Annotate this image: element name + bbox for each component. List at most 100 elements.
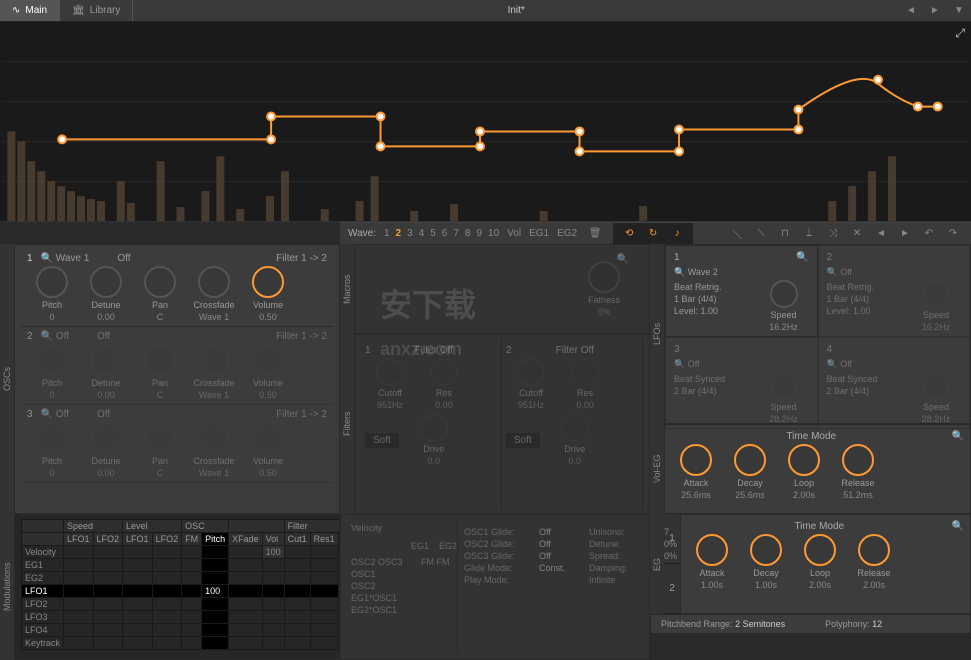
lfo-speed-knob[interactable] <box>770 280 798 308</box>
mod-cell[interactable] <box>202 637 229 650</box>
search-icon[interactable]: 🔍 <box>796 252 808 263</box>
mod-cell[interactable] <box>123 624 153 637</box>
lfo-rate[interactable]: 2 Bar (4/4) <box>674 386 725 396</box>
filter-soft-button[interactable]: Soft <box>506 433 540 448</box>
lfo-mode[interactable]: Beat Synced <box>674 374 725 384</box>
cutoff-knob[interactable] <box>517 358 545 386</box>
lfo-speed-knob[interactable] <box>922 372 950 400</box>
next-preset-button[interactable]: ► <box>923 0 947 22</box>
mod-cell[interactable] <box>123 637 153 650</box>
osc-wave-select[interactable]: 🔍 Off <box>41 331 69 342</box>
poly-val[interactable]: 12 <box>872 619 882 629</box>
mod-cell[interactable] <box>182 546 202 559</box>
attack-knob[interactable] <box>680 444 712 476</box>
mod-cell[interactable] <box>310 611 338 624</box>
mod-cell[interactable] <box>182 572 202 585</box>
mod-cell[interactable] <box>262 598 284 611</box>
line-tool-icon[interactable]: ＼ <box>727 225 747 243</box>
mod-cell[interactable] <box>123 585 153 598</box>
volume-knob[interactable] <box>252 266 284 298</box>
osc-off[interactable]: Off <box>97 409 110 420</box>
search-icon[interactable]: 🔍 <box>952 521 964 532</box>
info-val[interactable]: 0% <box>664 551 677 561</box>
mod-cell[interactable] <box>182 585 202 598</box>
osc-filter-route[interactable]: Filter 1 -> 2 <box>276 409 327 420</box>
lfo-speed-knob[interactable] <box>922 280 950 308</box>
mod-cell[interactable] <box>123 611 153 624</box>
mod-cell[interactable] <box>182 624 202 637</box>
mod-cell[interactable] <box>93 624 123 637</box>
filter-soft-button[interactable]: Soft <box>365 433 399 448</box>
wave-extra-EG2[interactable]: EG2 <box>557 228 577 239</box>
step-tool-icon[interactable]: ⟘ <box>799 225 819 243</box>
crossfade-knob[interactable] <box>198 422 230 454</box>
link-icon[interactable]: ⟲ <box>619 225 639 243</box>
mod-cell[interactable] <box>152 637 182 650</box>
mod-cell[interactable] <box>123 598 153 611</box>
mod-cell[interactable] <box>284 637 310 650</box>
mod-cell[interactable] <box>64 572 94 585</box>
crossfade-knob[interactable] <box>198 266 230 298</box>
osc-off[interactable]: Off <box>117 253 130 264</box>
prev-preset-button[interactable]: ◄ <box>899 0 923 22</box>
wave-extra-Vol[interactable]: Vol <box>507 228 521 239</box>
mod-cell[interactable] <box>284 559 310 572</box>
mod-cell[interactable] <box>152 611 182 624</box>
mod-cell[interactable] <box>152 572 182 585</box>
lfo-wave[interactable]: 🔍 Off <box>827 267 962 278</box>
pan-knob[interactable] <box>144 422 176 454</box>
mod-cell[interactable] <box>202 572 229 585</box>
mod-cell[interactable] <box>152 559 182 572</box>
info-val[interactable]: 0% <box>664 539 677 549</box>
drive-knob[interactable] <box>420 414 448 442</box>
mod-cell[interactable] <box>310 624 338 637</box>
curve-icon[interactable]: ↻ <box>643 225 663 243</box>
preset-name[interactable]: Init* <box>133 5 899 16</box>
mod-cell[interactable] <box>284 546 310 559</box>
mod-cell[interactable] <box>262 611 284 624</box>
mod-cell[interactable] <box>262 585 284 598</box>
osc-filter-route[interactable]: Filter 1 -> 2 <box>276 253 327 264</box>
trash-icon[interactable]: 🗑 <box>585 225 605 243</box>
pitch-knob[interactable] <box>36 422 68 454</box>
mod-cell[interactable] <box>284 585 310 598</box>
crossfade-knob[interactable] <box>198 344 230 376</box>
wave-num-9[interactable]: 9 <box>476 228 482 239</box>
mod-cell[interactable] <box>284 624 310 637</box>
nav-left-icon[interactable]: ◄ <box>871 225 891 243</box>
mod-cell[interactable] <box>123 546 153 559</box>
wave-num-2[interactable]: 2 <box>396 228 402 239</box>
wave-extra-EG1[interactable]: EG1 <box>529 228 549 239</box>
wave-num-1[interactable]: 1 <box>384 228 390 239</box>
lfo-speed-knob[interactable] <box>770 372 798 400</box>
release-knob[interactable] <box>842 444 874 476</box>
ramp-down-icon[interactable]: ⟍ <box>751 225 771 243</box>
wave-num-4[interactable]: 4 <box>419 228 425 239</box>
mod-cell[interactable] <box>182 559 202 572</box>
wave-num-6[interactable]: 6 <box>442 228 448 239</box>
filter-mode[interactable]: Filter Off <box>415 345 453 356</box>
pan-knob[interactable] <box>144 344 176 376</box>
mod-cell[interactable] <box>93 559 123 572</box>
mod-cell[interactable] <box>182 598 202 611</box>
mod-cell[interactable] <box>64 611 94 624</box>
mod-cell[interactable] <box>262 572 284 585</box>
fatness-knob[interactable] <box>588 261 620 293</box>
detune-knob[interactable] <box>90 344 122 376</box>
cutoff-knob[interactable] <box>376 358 404 386</box>
mod-cell[interactable] <box>229 585 263 598</box>
expand-icon[interactable]: ⤢ <box>955 26 965 41</box>
mod-cell[interactable] <box>182 611 202 624</box>
info-val[interactable]: Off <box>539 551 579 561</box>
mod-cell[interactable]: 100 <box>262 546 284 559</box>
lfo-wave[interactable]: 🔍 Off <box>827 359 962 370</box>
mod-cell[interactable] <box>310 546 338 559</box>
mod-cell[interactable] <box>284 611 310 624</box>
loop-knob[interactable] <box>804 534 836 566</box>
res-knob[interactable] <box>571 358 599 386</box>
osc-filter-route[interactable]: Filter 1 -> 2 <box>276 331 327 342</box>
info-val[interactable] <box>539 575 579 585</box>
mod-cell[interactable] <box>93 546 123 559</box>
wave-num-3[interactable]: 3 <box>407 228 413 239</box>
mod-cell[interactable] <box>310 585 338 598</box>
